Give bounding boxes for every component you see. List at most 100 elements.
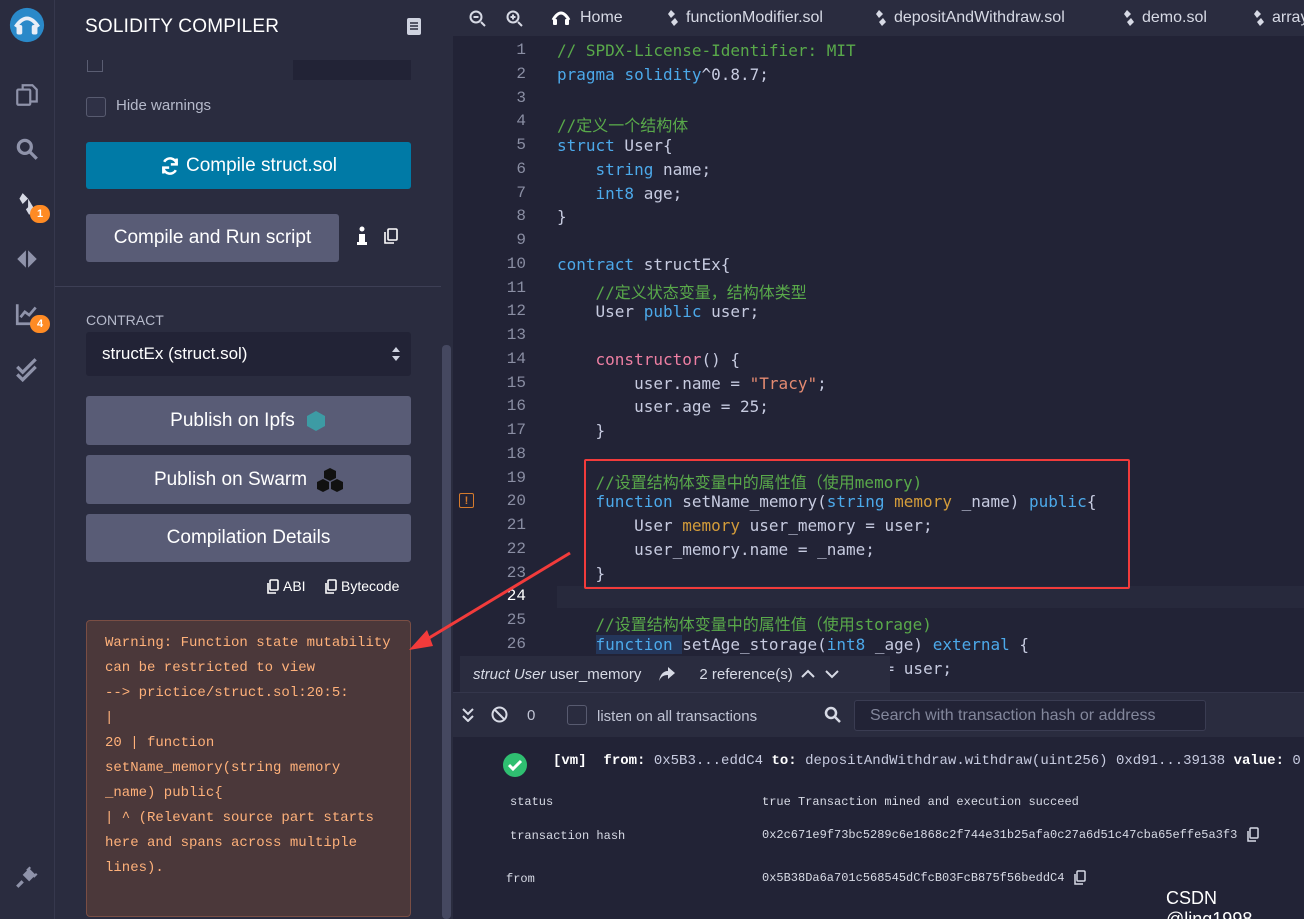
- deploy-run-icon[interactable]: [8, 240, 46, 278]
- share-icon[interactable]: [659, 667, 676, 681]
- line-number: 15: [506, 374, 526, 392]
- tab-depositandwithdraw[interactable]: depositAndWithdraw.sol: [876, 0, 1065, 36]
- solidity-file-icon: [876, 10, 886, 26]
- solidity-file-icon: [1124, 10, 1134, 26]
- tab-functionmodifier[interactable]: functionModifier.sol: [668, 0, 823, 36]
- line-number: 11: [506, 279, 526, 297]
- plugin-manager-icon[interactable]: [8, 858, 46, 896]
- tx-from: 0x5B3...eddC4: [653, 753, 764, 769]
- compile-button[interactable]: Compile struct.sol: [86, 142, 411, 189]
- code-line: user.age = 25;: [557, 397, 769, 416]
- refresh-icon: [162, 156, 178, 175]
- line-number: 19: [506, 469, 526, 487]
- documentation-icon[interactable]: [407, 18, 421, 35]
- copy-icon[interactable]: [1074, 870, 1087, 885]
- info-icon[interactable]: [355, 226, 369, 246]
- line-number: 21: [506, 516, 526, 534]
- code-line: string name;: [595, 160, 712, 179]
- line-number: 17: [506, 421, 526, 439]
- code-line: // SPDX-License-Identifier: MIT: [557, 41, 856, 60]
- code-line: //设置结构体变量中的属性值（使用storage): [595, 615, 932, 634]
- solidity-compiler-icon[interactable]: 1: [8, 185, 50, 223]
- success-check-icon: [503, 753, 527, 777]
- bytecode-copy-button[interactable]: Bytecode: [325, 578, 399, 594]
- line-number: 5: [516, 136, 526, 154]
- watermark: CSDN @ling1998: [1166, 888, 1253, 919]
- collapse-terminal-icon[interactable]: [462, 708, 474, 722]
- publish-swarm-label: Publish on Swarm: [153, 468, 308, 490]
- terminal-toolbar: 0 listen on all transactions Search with…: [453, 693, 1304, 737]
- tab-label: depositAndWithdraw.sol: [894, 9, 1065, 26]
- line-number: 13: [506, 326, 526, 344]
- tab-label: array: [1272, 9, 1304, 26]
- clear-console-icon[interactable]: [491, 706, 508, 723]
- gutter-warning-icon[interactable]: !: [459, 493, 474, 508]
- code-line: pragma solidity^0.8.7;: [557, 65, 769, 84]
- line-number: 4: [516, 112, 526, 130]
- hide-warnings-checkbox[interactable]: [86, 97, 106, 117]
- chevron-up-icon[interactable]: [801, 669, 815, 679]
- code-line: }: [557, 421, 606, 440]
- line-number: 7: [516, 184, 526, 202]
- code-line: }: [557, 207, 567, 226]
- tx-vm: [vm]: [553, 753, 587, 769]
- abi-label: ABI: [283, 578, 306, 594]
- zoom-in-icon[interactable]: [506, 10, 523, 27]
- zoom-out-icon[interactable]: [469, 10, 486, 27]
- analysis-icon[interactable]: 4: [8, 295, 50, 333]
- search-placeholder: Search with transaction hash or address: [870, 706, 1156, 724]
- clipped-checkbox[interactable]: [87, 60, 103, 72]
- remix-logo-icon[interactable]: [8, 6, 46, 44]
- compilation-details-button[interactable]: Compilation Details: [86, 514, 411, 562]
- abi-copy-button[interactable]: ABI: [267, 578, 306, 594]
- publish-ipfs-label: Publish on Ipfs: [170, 409, 295, 431]
- annotation-highlight-box: [584, 459, 1130, 589]
- contract-label: CONTRACT: [86, 312, 164, 328]
- tab-home[interactable]: Home: [550, 0, 623, 36]
- terminal: 0 listen on all transactions Search with…: [453, 692, 1304, 919]
- compile-run-button[interactable]: Compile and Run script: [86, 214, 339, 262]
- copy-icon: [267, 578, 279, 594]
- code-line: function setAge_storage(int8 _age) exter…: [595, 635, 1030, 654]
- publish-swarm-button[interactable]: Publish on Swarm: [86, 455, 411, 504]
- hide-warnings-label: Hide warnings: [116, 97, 212, 114]
- tooltip-name: user_memory: [549, 665, 642, 683]
- line-number: 8: [516, 207, 526, 225]
- select-arrows-icon: [392, 347, 400, 361]
- status-value: true Transaction mined and execution suc…: [762, 795, 1079, 809]
- search-icon[interactable]: [8, 130, 46, 168]
- chevron-down-icon[interactable]: [825, 669, 839, 679]
- listen-all-checkbox[interactable]: [567, 705, 587, 725]
- tab-array[interactable]: array: [1254, 0, 1304, 36]
- remix-home-icon: [551, 11, 571, 25]
- ipfs-icon: [306, 410, 325, 431]
- code-line: contract structEx{: [557, 255, 731, 274]
- solidity-file-icon: [1254, 10, 1264, 26]
- pending-tx-count: 0: [527, 707, 536, 724]
- solidity-file-icon: [668, 10, 678, 26]
- code-line: //定义一个结构体: [557, 116, 689, 135]
- swarm-icon: [317, 467, 344, 492]
- code-line: user.name = "Tracy";: [557, 374, 827, 393]
- from-key: from: [506, 872, 535, 886]
- icon-rail: 1 4: [0, 0, 55, 919]
- copy-icon[interactable]: [1247, 827, 1260, 842]
- compiler-badge: 1: [30, 205, 50, 223]
- contract-select[interactable]: structEx (struct.sol): [86, 332, 411, 376]
- divider: [55, 286, 441, 287]
- clipped-field[interactable]: [293, 60, 411, 80]
- copy-icon[interactable]: [384, 228, 398, 244]
- from-value: 0x5B38Da6a701c568545dCfcB03FcB875f56bedd…: [762, 870, 1087, 885]
- tooltip-type: struct User: [473, 665, 546, 683]
- tab-demo[interactable]: demo.sol: [1124, 0, 1207, 36]
- tx-from-label: from:: [603, 753, 646, 769]
- transaction-log-row[interactable]: [vm] from: 0x5B3...eddC4 to: depositAndW…: [553, 753, 1304, 769]
- unit-testing-icon[interactable]: [8, 350, 46, 388]
- line-number: 3: [516, 89, 526, 107]
- publish-ipfs-button[interactable]: Publish on Ipfs: [86, 396, 411, 445]
- analysis-badge: 4: [30, 315, 50, 333]
- transaction-search-input[interactable]: Search with transaction hash or address: [854, 700, 1206, 731]
- tx-to: depositAndWithdraw.withdraw(uint256) 0xd…: [805, 753, 1226, 769]
- annotation-arrow: [409, 551, 571, 650]
- file-explorer-icon[interactable]: [8, 76, 46, 114]
